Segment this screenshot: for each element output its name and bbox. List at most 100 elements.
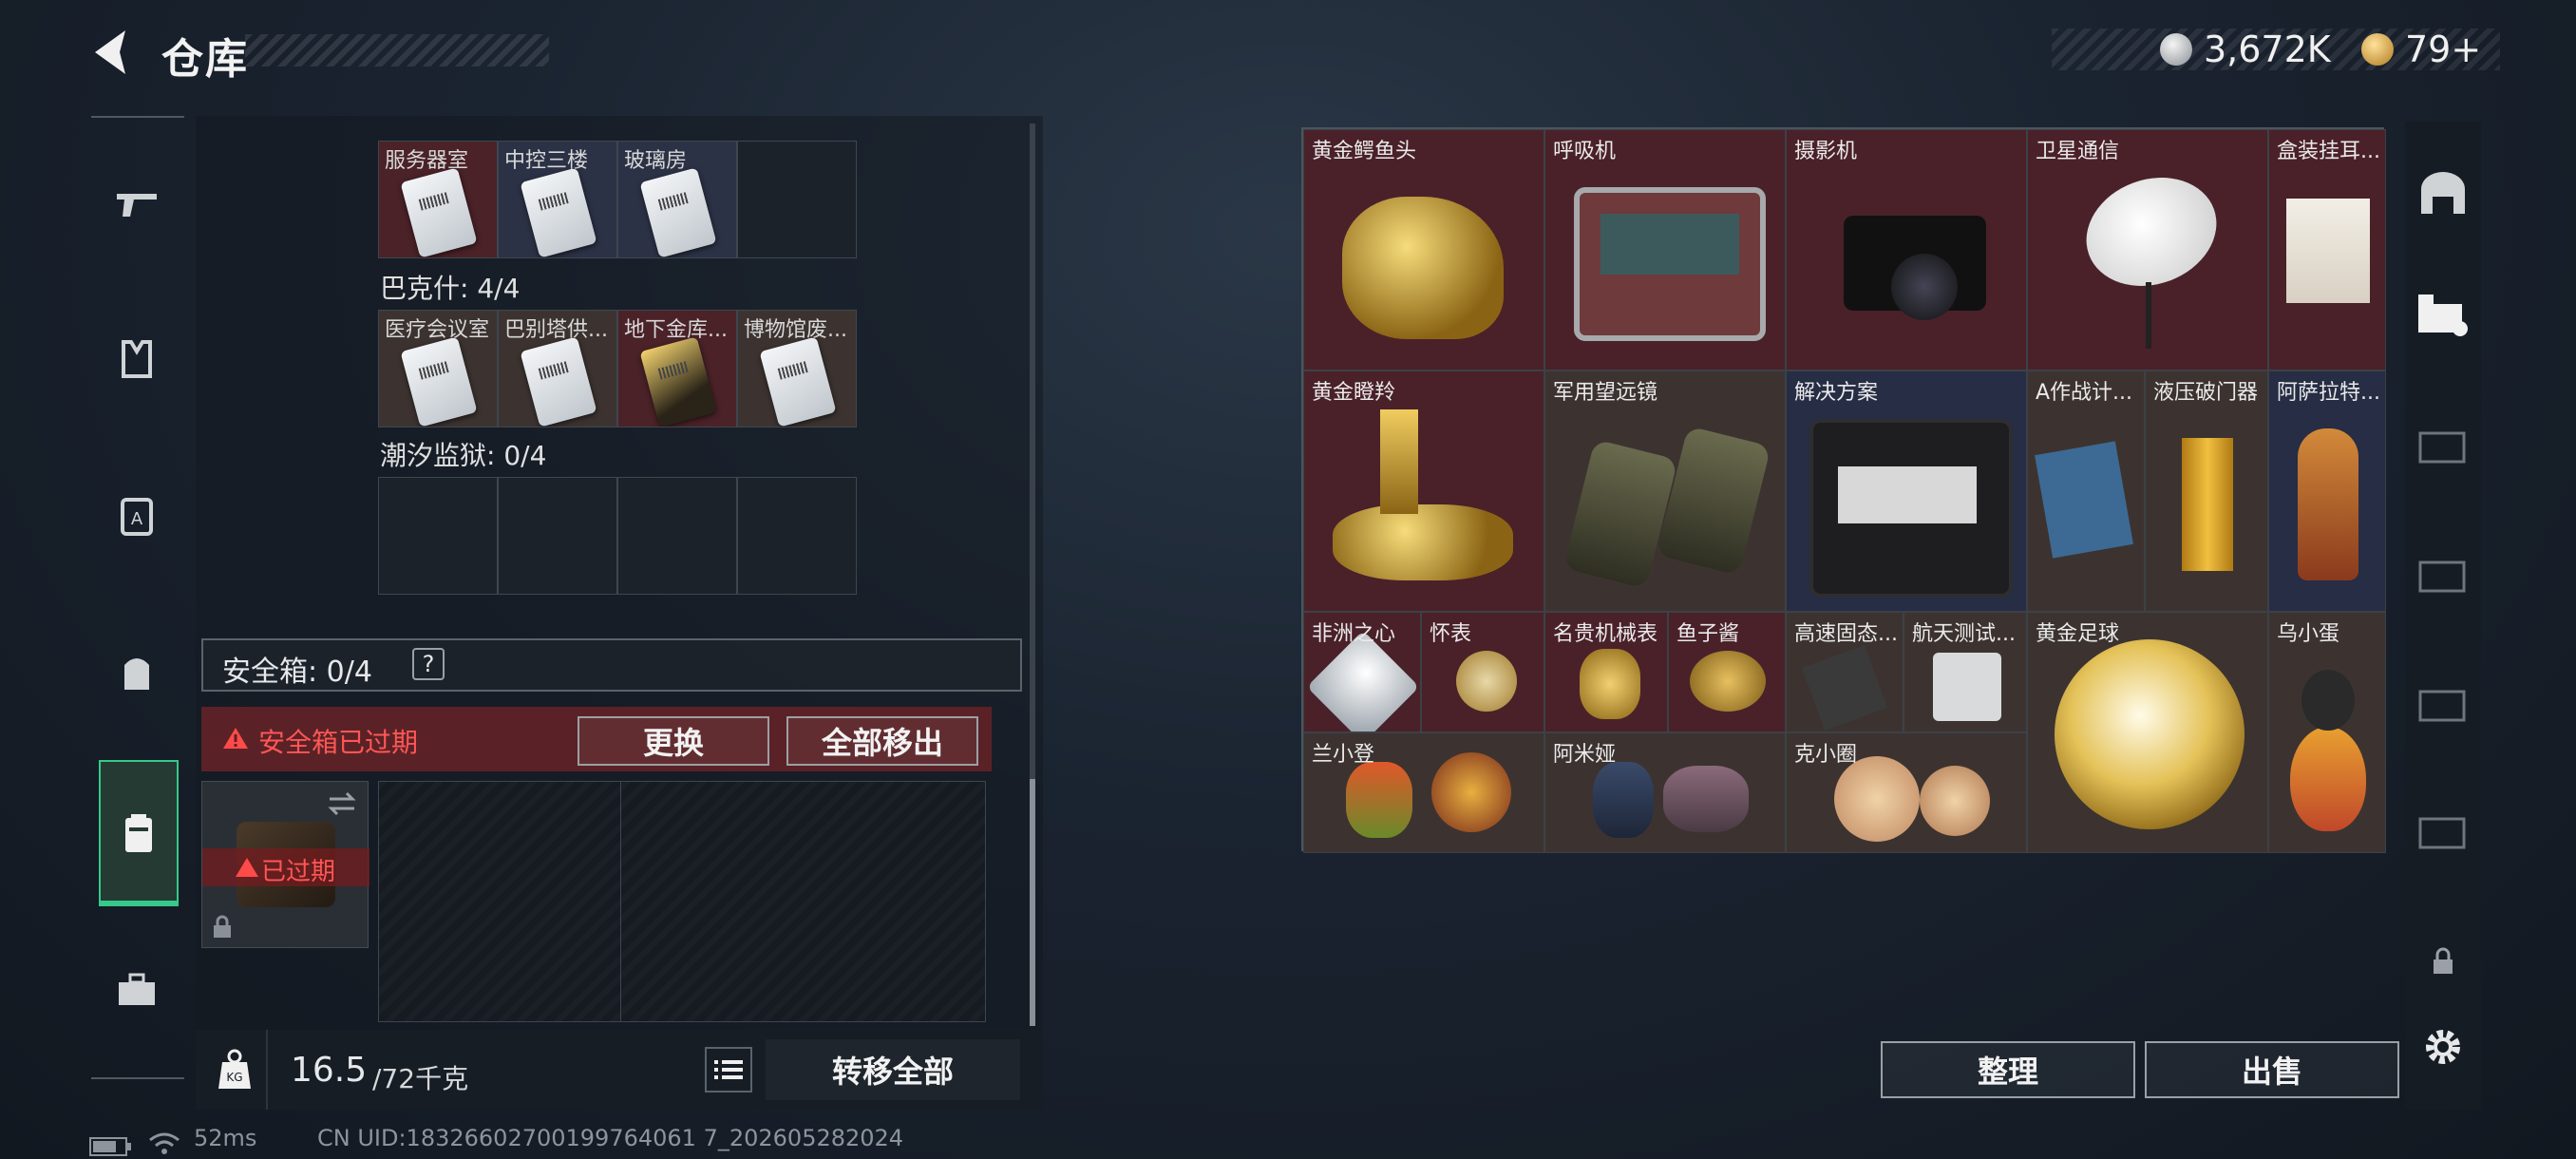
safe-box-grid[interactable] [378, 781, 986, 1022]
nav-weapon[interactable] [99, 158, 175, 249]
empty-key-slot[interactable] [498, 477, 617, 595]
item-aero-test[interactable]: 航天测试... [1904, 612, 2027, 732]
stash-tab-4[interactable] [2405, 656, 2481, 750]
transfer-all-button[interactable]: 转移全部 [766, 1039, 1020, 1100]
key-slot[interactable]: 地下金库... [617, 310, 737, 428]
nav-backpack[interactable] [99, 627, 175, 718]
list-view-button[interactable] [705, 1047, 752, 1092]
item-wu-egg[interactable]: 乌小蛋 [2268, 612, 2386, 853]
nav-toolbox[interactable] [99, 944, 175, 1036]
item-label: 黄金鳄鱼头 [1312, 140, 1417, 163]
stash-tab-home[interactable] [2405, 146, 2481, 241]
key-slot[interactable]: 玻璃房 [617, 141, 737, 258]
expired-warning-text: 安全箱已过期 [258, 727, 419, 758]
item-lan-xiaodeng[interactable]: 兰小登 [1303, 732, 1544, 853]
key-slot[interactable]: 博物馆废... [737, 310, 857, 428]
item-label: 黄金足球 [2036, 622, 2120, 646]
stash-tab-1[interactable] [2405, 268, 2481, 363]
key-row-bakesh: 医疗会议室 巴别塔供... 地下金库... 博物馆废... [378, 310, 857, 428]
keycard-icon [759, 336, 837, 427]
item-golden-croc[interactable]: 黄金鳄鱼头 [1303, 129, 1544, 370]
lock-icon [214, 915, 231, 938]
settings-button[interactable] [2405, 999, 2481, 1094]
key-slot[interactable]: 巴别塔供... [498, 310, 617, 428]
stash-tab-locked[interactable] [2405, 914, 2481, 1009]
keycard-icon [639, 336, 717, 427]
item-satellite[interactable]: 卫星通信 [2027, 129, 2268, 370]
empty-key-slot[interactable] [378, 477, 498, 595]
weight-bar: KG 16.5 /72千克 转移全部 [196, 1030, 1043, 1110]
expired-warning-bar: 安全箱已过期 更换 全部移出 [201, 707, 992, 771]
item-label: 乌小蛋 [2277, 622, 2340, 646]
armor-icon: A [121, 498, 153, 536]
warning-icon [223, 728, 248, 749]
key-slot[interactable]: 服务器室 [378, 141, 498, 258]
item-label: 呼吸机 [1553, 140, 1617, 163]
item-a-plan[interactable]: A作战计... [2027, 370, 2145, 612]
item-africa-heart[interactable]: 非洲之心 [1303, 612, 1421, 732]
tide-label: 潮汐监狱: 0/4 [380, 440, 547, 471]
page-title: 仓库 [161, 35, 249, 84]
key-label: 医疗会议室 [385, 318, 490, 342]
item-luxury-watch[interactable]: 名贵机械表 [1544, 612, 1668, 732]
sort-button[interactable]: 整理 [1881, 1041, 2135, 1098]
nav-safe-box[interactable] [99, 760, 179, 906]
empty-key-slot[interactable] [617, 477, 737, 595]
empty-key-slot[interactable] [737, 141, 857, 258]
item-solution[interactable]: 解决方案 [1786, 370, 2027, 612]
nav-armor[interactable]: A [99, 471, 175, 562]
item-pocket-watch[interactable]: 怀表 [1421, 612, 1544, 732]
empty-key-slot[interactable] [737, 477, 857, 595]
keycard-icon [400, 336, 478, 427]
bakesh-label: 巴克什: 4/4 [380, 273, 521, 304]
lock-icon [2434, 947, 2453, 974]
stash-tab-icon [2418, 560, 2466, 593]
item-ssd[interactable]: 高速固态... [1786, 612, 1904, 732]
stash-tab-3[interactable] [2405, 526, 2481, 621]
item-label: 兰小登 [1312, 743, 1375, 767]
item-respirator[interactable]: 呼吸机 [1544, 129, 1786, 370]
wifi-icon [149, 1132, 180, 1154]
swap-icon[interactable] [326, 789, 358, 818]
item-binoculars[interactable]: 军用望远镜 [1544, 370, 1786, 612]
uid-text: CN UID:18326602700199764061 7_2026052820… [317, 1125, 904, 1151]
stash-tab-icon [2418, 690, 2466, 722]
stash-tab-icon [2418, 431, 2466, 464]
warning-icon [236, 858, 258, 877]
silver-amount: 3,672K [2204, 28, 2331, 70]
gold-coin-icon [2361, 33, 2394, 66]
stash-tab-2[interactable] [2405, 397, 2481, 492]
item-golden-ball[interactable]: 黄金足球 [2027, 612, 2268, 853]
cut-heading [380, 108, 627, 122]
item-lantern[interactable]: 阿萨拉特... [2268, 370, 2386, 612]
replace-button[interactable]: 更换 [578, 716, 769, 766]
key-slot[interactable]: 中控三楼 [498, 141, 617, 258]
nav-vest[interactable] [99, 314, 175, 405]
item-label: 摄影机 [1794, 140, 1858, 163]
arch-icon [2421, 172, 2465, 214]
item-ke-xiaoquan[interactable]: 克小圈 [1786, 732, 2027, 853]
vest-icon [122, 340, 152, 378]
scrollbar-thumb[interactable] [1030, 779, 1035, 1026]
battery-icon [89, 1137, 131, 1156]
keycard-icon [400, 167, 478, 257]
stash-tab-5[interactable] [2405, 783, 2481, 878]
remove-all-button[interactable]: 全部移出 [786, 716, 978, 766]
item-amiya[interactable]: 阿米娅 [1544, 732, 1786, 853]
sell-button[interactable]: 出售 [2145, 1041, 2399, 1098]
back-arrow-icon[interactable] [87, 27, 135, 78]
item-boxed-earphones[interactable]: 盒装挂耳... [2268, 129, 2386, 370]
weight-max: /72千克 [372, 1063, 469, 1094]
item-golden-deer[interactable]: 黄金瞪羚 [1303, 370, 1544, 612]
item-breacher[interactable]: 液压破门器 [2145, 370, 2268, 612]
keycard-icon [520, 167, 597, 257]
item-caviar[interactable]: 鱼子酱 [1668, 612, 1786, 732]
item-label: 卫星通信 [2036, 140, 2120, 163]
safe-box-item[interactable]: 已过期 [201, 781, 369, 948]
item-camera[interactable]: 摄影机 [1786, 129, 2027, 370]
stash-tab-icon [2418, 294, 2468, 336]
help-icon[interactable]: ? [412, 648, 445, 680]
nav-top-line [91, 116, 184, 118]
key-slot[interactable]: 医疗会议室 [378, 310, 498, 428]
backpack-icon [124, 658, 149, 690]
